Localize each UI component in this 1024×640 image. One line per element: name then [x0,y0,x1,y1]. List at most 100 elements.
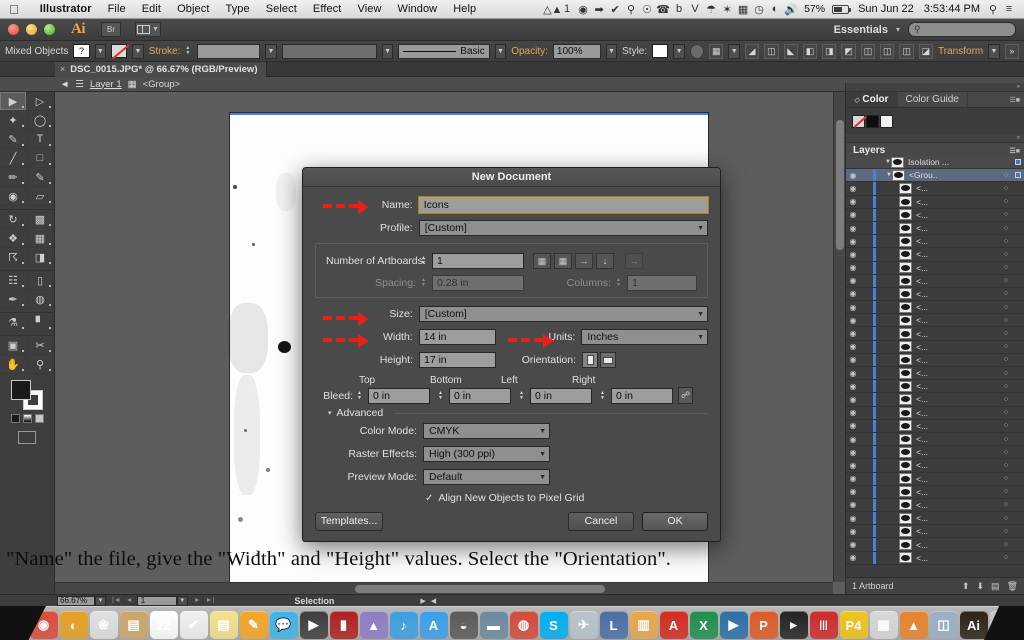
menu-effect[interactable]: Effect [305,3,350,15]
none-button[interactable] [34,414,44,423]
dock-calendar-icon[interactable]: 22 [149,611,178,639]
layer-name[interactable]: <... [916,183,1000,193]
layer-name[interactable]: <... [916,434,1000,444]
visibility-icon[interactable]: ◉ [846,435,860,444]
layer-row-isolation[interactable]: ▼ Isolation ... [846,156,1024,170]
make-clipping-mask-icon[interactable]: ⬆ [962,581,970,592]
visibility-icon[interactable]: ◉ [846,355,860,364]
distribute-right-icon[interactable]: ◫ [899,43,914,59]
symbol-sprayer-tool[interactable]: ⚗ [0,313,27,332]
layer-name[interactable]: <... [916,276,1000,286]
target-indicator[interactable]: ○ [1000,501,1012,508]
target-indicator[interactable]: ○ [1000,185,1012,192]
opacity-caret[interactable]: ▼ [605,43,618,59]
transform-caret[interactable]: ▼ [728,43,740,59]
nav-first-artboard-button[interactable]: |◄ [112,597,121,604]
stroke-weight-stepper[interactable]: ▲ ▼ [185,46,190,56]
arrange-by-column-icon[interactable]: ↓ [596,253,614,269]
target-indicator[interactable]: ○ [1000,238,1012,245]
dock-preview-icon[interactable]: ◫ [929,611,958,639]
fill-color-swatch[interactable]: ? [73,44,90,58]
transform-panel-caret[interactable]: ▼ [988,43,1000,59]
bleed-left-input[interactable]: 0 in [530,387,592,404]
close-window-button[interactable] [8,24,19,35]
dock-books-icon[interactable]: ▮ [329,611,358,639]
visibility-icon[interactable]: ◉ [846,369,860,378]
stroke-dropdown-caret[interactable]: ▼ [132,43,144,59]
preview-mode-select[interactable]: Default ▼ [423,469,550,485]
layer-row[interactable]: ◉ <... ○ [846,406,1024,420]
tab-color[interactable]: ◇ Color [846,92,898,107]
nav-next-artboard-button[interactable]: ► [194,597,201,604]
slice-tool[interactable]: ✂ [27,336,54,355]
columns-input[interactable]: 1 [627,275,697,291]
align-left-icon[interactable]: ◢ [744,43,760,59]
layer-name[interactable]: <... [916,355,1000,365]
umbrella-icon[interactable]: ☂ [703,3,719,16]
layer-name[interactable]: <... [916,381,1000,391]
layer-row[interactable]: ◉ <... ○ [846,195,1024,209]
go-to-bridge-button[interactable]: Br [101,22,121,37]
breadcrumb-group[interactable]: <Group> [143,79,181,90]
layer-row[interactable]: ◉ <... ○ [846,380,1024,394]
visibility-icon[interactable]: ◉ [846,448,860,457]
portrait-orientation-icon[interactable] [582,352,598,368]
none-color-swatch[interactable] [852,114,865,128]
target-indicator[interactable]: ○ [1000,330,1012,337]
opacity-field[interactable]: 100% [552,43,601,59]
visibility-icon[interactable]: ◉ [846,500,860,509]
arrange-documents-button[interactable]: ▼ [135,22,161,37]
location-icon[interactable]: ⚲ [623,3,639,16]
visibility-icon[interactable]: ◉ [846,184,860,193]
profile-select[interactable]: [Custom] ▼ [418,220,708,236]
dock-quicktime-icon[interactable]: ▶ [719,611,748,639]
app-shortcut-icon[interactable]: △▲ [543,3,562,16]
panel-menu-icon[interactable]: ☰■ [1009,92,1024,107]
layer-name[interactable]: <... [916,302,1000,312]
layer-row[interactable]: ◉ <... ○ [846,274,1024,288]
raster-effects-select[interactable]: High (300 ppi) ▼ [423,446,550,462]
align-middle-icon[interactable]: ◨ [822,43,837,59]
dock-parallels-icon[interactable]: ||| [809,611,838,639]
battery-icon[interactable] [832,4,852,14]
vpn-icon[interactable]: V [687,3,703,15]
transform-icon[interactable]: ▦ [709,43,724,59]
artboard-number-input[interactable]: 1 [136,595,177,606]
align-center-h-icon[interactable]: ◫ [764,43,779,59]
layer-row[interactable]: ◉ <... ○ [846,459,1024,473]
target-indicator[interactable]: ○ [1000,541,1012,548]
document-tab[interactable]: × DSC_0015.JPG* @ 66.67% (RGB/Preview) [55,61,268,77]
layer-row[interactable]: ◉ <... ○ [846,301,1024,315]
menu-edit[interactable]: Edit [134,3,169,15]
dock-illustrator-icon[interactable]: Ai [959,611,988,639]
variable-width-caret[interactable]: ▼ [381,43,394,59]
document-name-input[interactable]: Icons [418,197,708,213]
scrollbar-thumb[interactable] [836,120,844,250]
layer-row[interactable]: ◉ <... ○ [846,248,1024,262]
layer-row[interactable]: ◉ <... ○ [846,419,1024,433]
line-segment-tool[interactable]: ╱ [0,149,27,168]
dock-pages-icon[interactable]: ✎ [239,611,268,639]
layer-name[interactable]: <... [916,223,1000,233]
layer-row[interactable]: ◉ <... ○ [846,512,1024,526]
pencil-tool[interactable]: ✎ [27,168,54,187]
menu-illustrator[interactable]: Illustrator [32,3,100,15]
dock-itunes-movie-icon[interactable]: ▲ [359,611,388,639]
bleed-bottom-stepper[interactable]: ▲ ▼ [438,390,447,401]
layer-name[interactable]: <... [916,263,1000,273]
dock-pixelmator-icon[interactable]: P [749,611,778,639]
space-number-icon[interactable]: 1 [559,3,575,15]
delete-layer-icon[interactable]: 🗑 [1007,581,1018,592]
dock-photos-icon[interactable]: ❀ [89,611,118,639]
layer-name[interactable]: <... [916,329,1000,339]
target-indicator[interactable]: ○ [1000,356,1012,363]
layer-row[interactable]: ◉ <... ○ [846,340,1024,354]
bleed-top-input[interactable]: 0 in [368,387,430,404]
visibility-icon[interactable]: ◉ [846,527,860,536]
timemachine-icon[interactable]: ◷ [751,3,767,16]
target-indicator[interactable]: ○ [1000,264,1012,271]
black-color-swatch[interactable] [866,114,879,128]
layer-row[interactable]: ◉ <... ○ [846,314,1024,328]
shield-icon[interactable]: ✔ [607,3,623,16]
chevron-down-icon[interactable]: ▾ [896,25,900,34]
